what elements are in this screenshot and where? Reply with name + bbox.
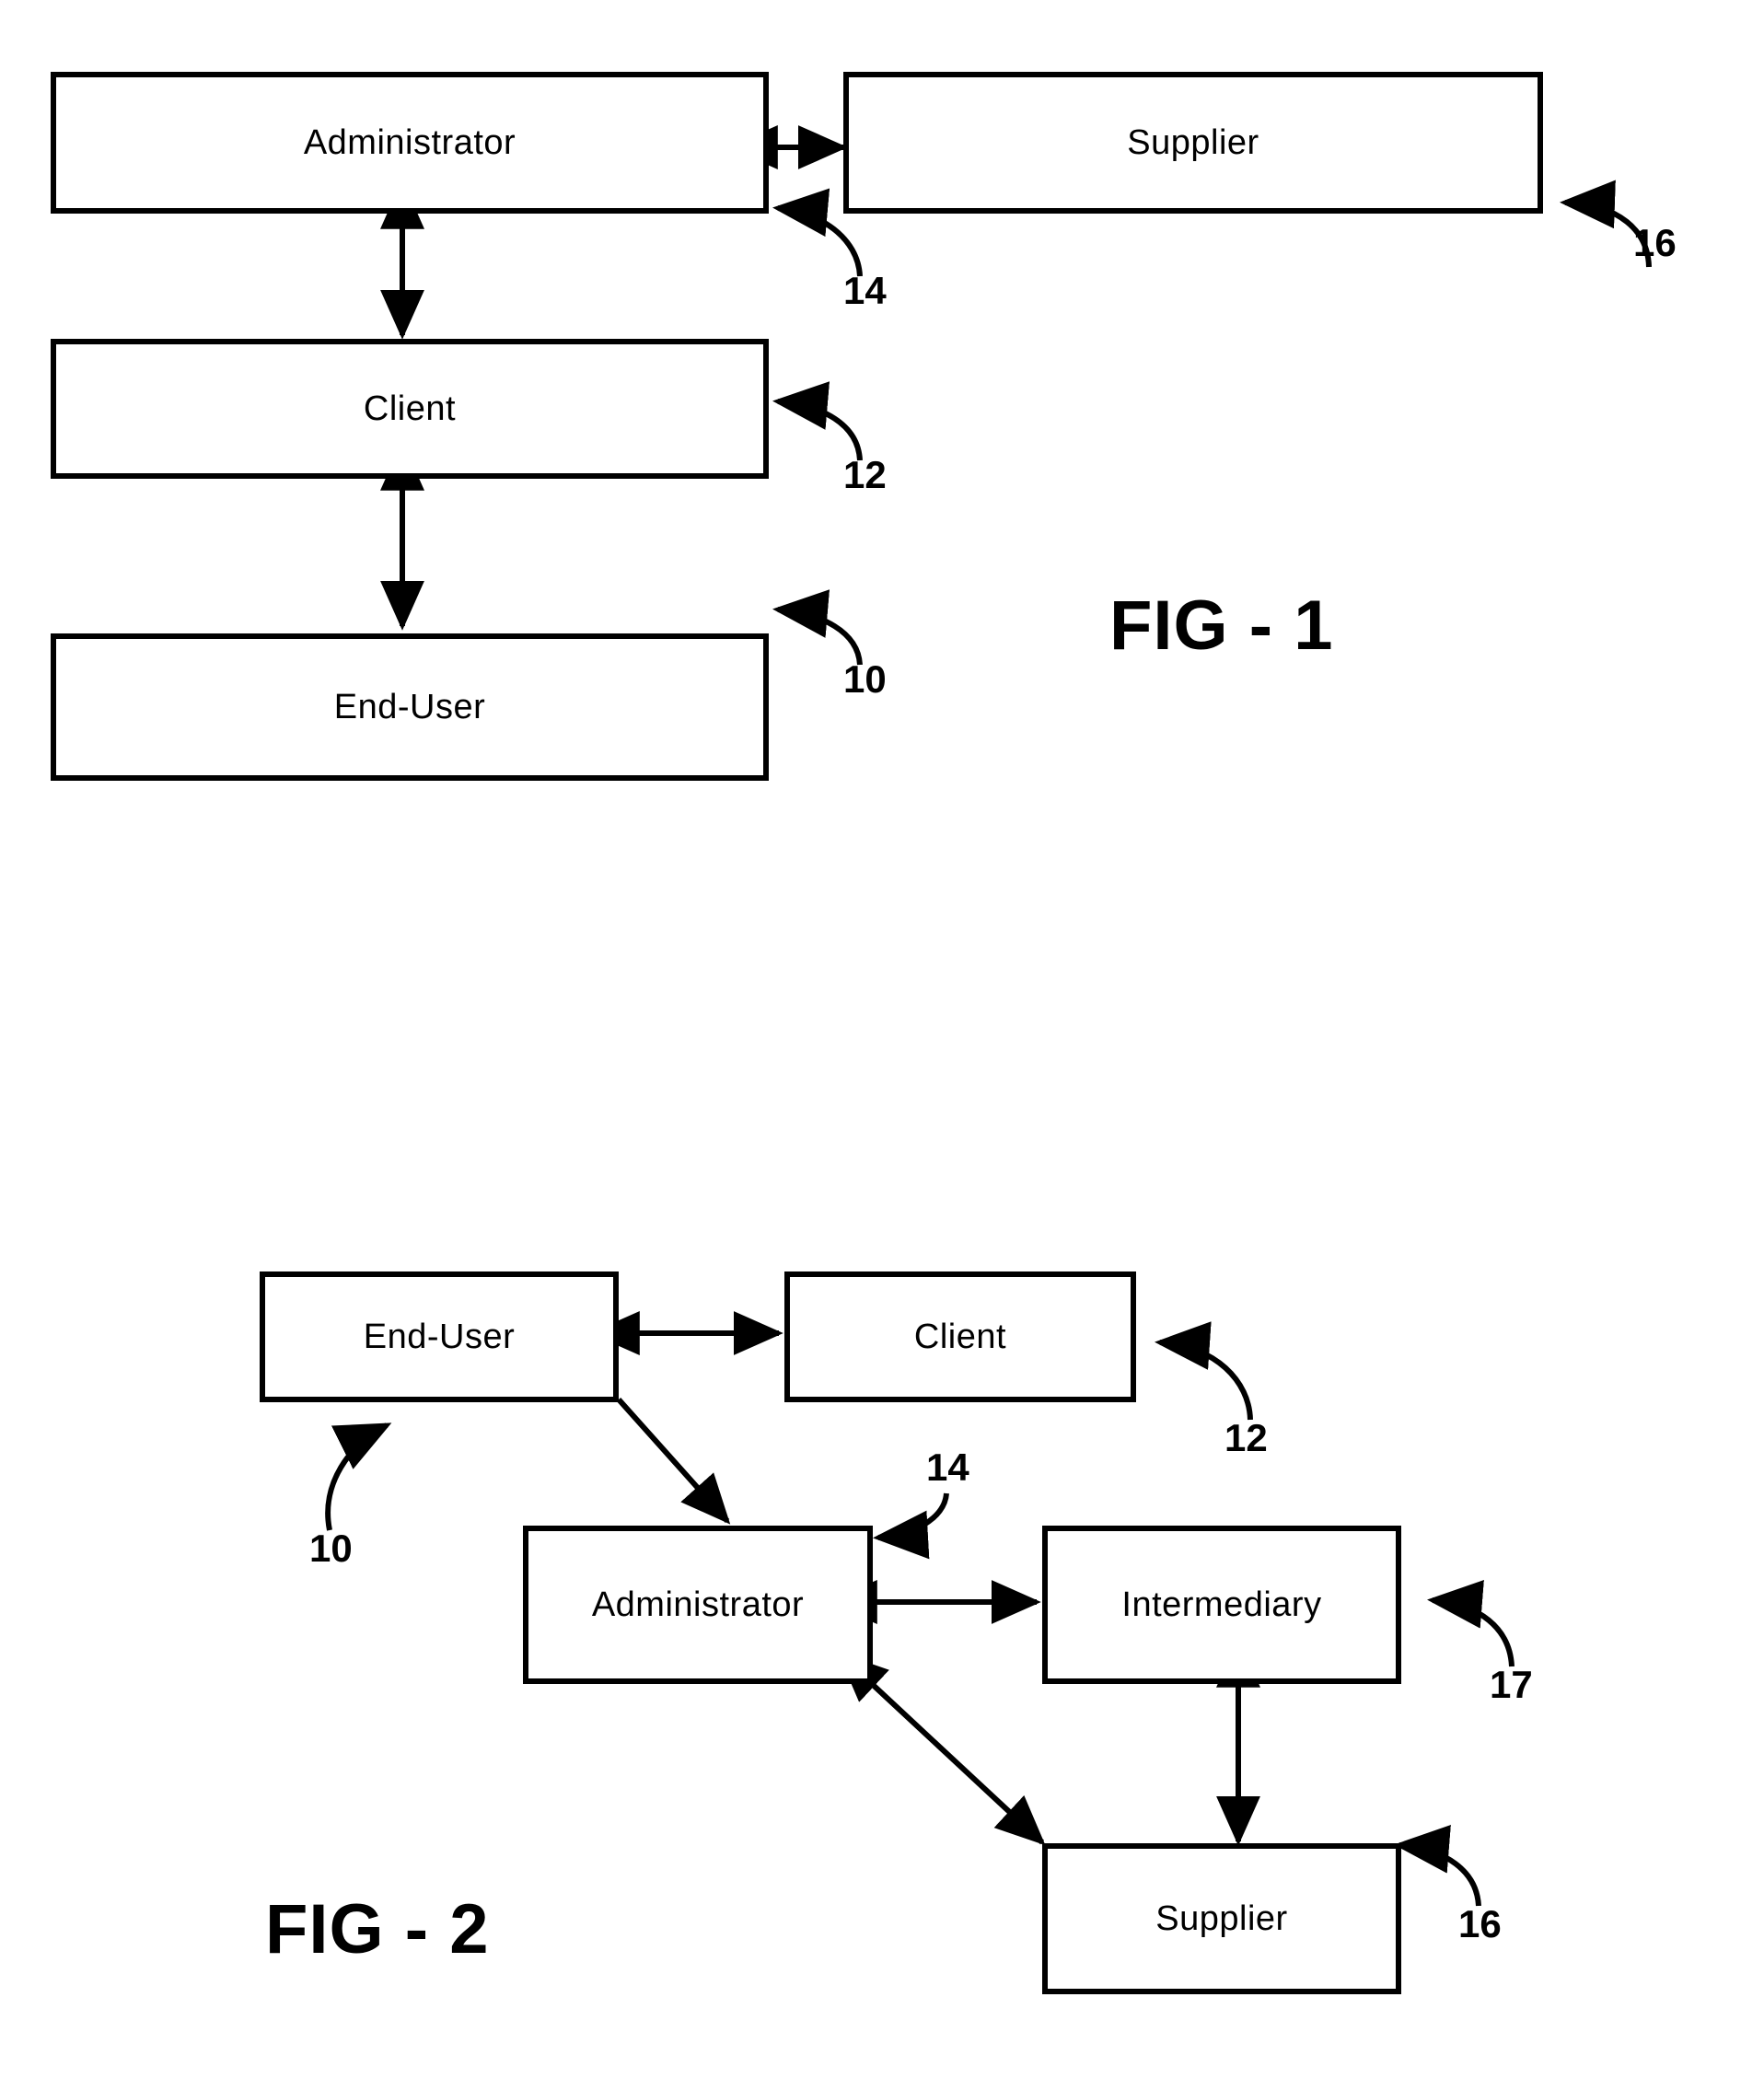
- fig2-caption: FIG - 2: [265, 1890, 490, 1968]
- fig2-node-client-label: Client: [913, 1317, 1007, 1356]
- fig1-reference-numeral-12: 12: [843, 453, 887, 496]
- fig1-caption: FIG - 1: [1109, 586, 1334, 665]
- fig1-reference-numeral-14: 14: [843, 269, 887, 312]
- fig2-node-end-user-label: End-User: [363, 1317, 516, 1356]
- leader-line-12: [772, 381, 863, 461]
- fig2-node-administrator-label: Administrator: [591, 1585, 805, 1624]
- leader-line-16-fig2: [1394, 1825, 1481, 1907]
- fig1-node-end-user-label: End-User: [333, 687, 486, 726]
- leader-line-14-fig2: [873, 1492, 949, 1560]
- fig1-node-administrator[interactable]: Administrator: [51, 72, 769, 214]
- fig2-reference-numeral-10: 10: [309, 1527, 353, 1570]
- fig2-node-client[interactable]: Client: [784, 1271, 1136, 1402]
- fig2-node-end-user[interactable]: End-User: [260, 1271, 619, 1402]
- fig2-node-supplier[interactable]: Supplier: [1042, 1843, 1401, 1994]
- fig2-node-supplier-label: Supplier: [1155, 1898, 1288, 1938]
- leader-line-10: [772, 589, 863, 666]
- fig2-reference-numeral-17: 17: [1490, 1663, 1533, 1706]
- leader-line-14: [772, 188, 863, 277]
- fig2-reference-numeral-16: 16: [1458, 1902, 1502, 1945]
- leader-line-12-fig2: [1155, 1321, 1253, 1421]
- fig1-node-administrator-label: Administrator: [303, 122, 516, 162]
- fig1-node-client[interactable]: Client: [51, 339, 769, 479]
- leader-line-17: [1427, 1580, 1514, 1667]
- connector-administrator-supplier-fig2: [837, 1652, 1046, 1846]
- fig1-reference-numeral-10: 10: [843, 657, 887, 701]
- diagram-vector-layer: [325, 125, 1652, 1907]
- fig2-reference-numeral-14: 14: [926, 1446, 969, 1489]
- fig1-node-supplier-label: Supplier: [1127, 122, 1259, 162]
- fig1-node-client-label: Client: [363, 389, 457, 428]
- fig2-node-intermediary[interactable]: Intermediary: [1042, 1526, 1401, 1684]
- fig1-node-supplier[interactable]: Supplier: [843, 72, 1543, 214]
- fig1-reference-numeral-16: 16: [1633, 221, 1677, 264]
- fig2-reference-numeral-12: 12: [1224, 1416, 1268, 1459]
- fig1-node-end-user[interactable]: End-User: [51, 633, 769, 781]
- patent-drawing-sheet: Administrator Supplier Client End-User 1…: [0, 0, 1764, 2090]
- fig2-node-intermediary-label: Intermediary: [1121, 1585, 1322, 1624]
- fig2-node-administrator[interactable]: Administrator: [523, 1526, 873, 1684]
- leader-line-10-fig2: [325, 1422, 392, 1531]
- connector-enduser-administrator: [616, 1398, 731, 1525]
